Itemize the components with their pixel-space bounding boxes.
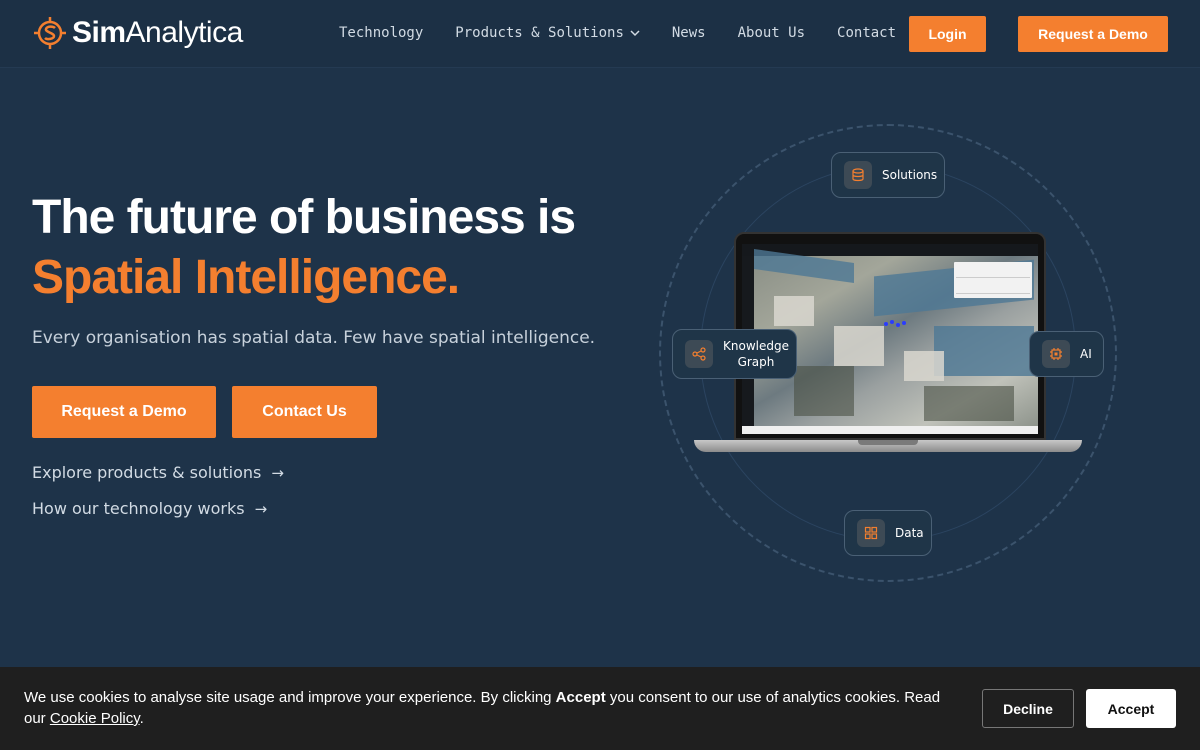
laptop-notch (858, 440, 918, 445)
decline-button[interactable]: Decline (982, 689, 1074, 728)
cookie-banner: We use cookies to analyse site usage and… (0, 667, 1200, 750)
technology-works-link[interactable]: How our technology works → (32, 499, 267, 518)
logo-text: SimAnalytica (72, 16, 243, 49)
accept-button[interactable]: Accept (1086, 689, 1176, 728)
chip-solutions: Solutions (831, 152, 945, 198)
chip-ai: AI (1029, 331, 1104, 377)
request-demo-header-button[interactable]: Request a Demo (1018, 16, 1168, 52)
hero-title-accent: Spatial Intelligence. (32, 251, 460, 304)
chip-data: Data (844, 510, 932, 556)
chip-data-label: Data (895, 526, 924, 540)
cookie-policy-link[interactable]: Cookie Policy (50, 710, 140, 727)
share-icon (685, 340, 713, 368)
nav-about-us[interactable]: About Us (738, 25, 805, 41)
main-nav: Technology Products & Solutions News Abo… (339, 25, 928, 41)
login-button[interactable]: Login (909, 16, 986, 52)
explore-products-link[interactable]: Explore products & solutions → (32, 463, 284, 482)
logo[interactable]: SimAnalytica (32, 15, 243, 51)
nav-news[interactable]: News (672, 25, 706, 41)
site-header: SimAnalytica Technology Products & Solut… (0, 0, 1200, 68)
chip-solutions-label: Solutions (882, 168, 938, 182)
request-demo-button[interactable]: Request a Demo (32, 386, 216, 438)
nav-technology[interactable]: Technology (339, 25, 423, 41)
explore-products-label: Explore products & solutions (32, 463, 262, 482)
chip-knowledge-label: Knowledge Graph (723, 339, 789, 369)
logo-icon (34, 17, 66, 49)
grid-icon (857, 519, 885, 547)
cookie-message: We use cookies to analyse site usage and… (24, 689, 941, 727)
nav-products-solutions[interactable]: Products & Solutions (455, 25, 640, 41)
contact-us-button[interactable]: Contact Us (232, 386, 377, 438)
hero-title-line1: The future of business is (32, 191, 576, 244)
technology-works-label: How our technology works (32, 499, 245, 518)
hero-title: The future of business is Spatial Intell… (32, 188, 576, 308)
nav-contact[interactable]: Contact (837, 25, 896, 41)
map-layer-panel (954, 262, 1032, 298)
chip-ai-label: AI (1080, 347, 1092, 361)
cpu-icon (1042, 340, 1070, 368)
database-icon (844, 161, 872, 189)
chip-knowledge-graph: Knowledge Graph (672, 329, 797, 379)
chevron-down-icon (630, 30, 640, 37)
hero-subtitle: Every organisation has spatial data. Few… (32, 328, 596, 348)
arrow-right-icon: → (254, 499, 268, 518)
arrow-right-icon: → (271, 463, 284, 482)
app-footer (742, 426, 1038, 434)
